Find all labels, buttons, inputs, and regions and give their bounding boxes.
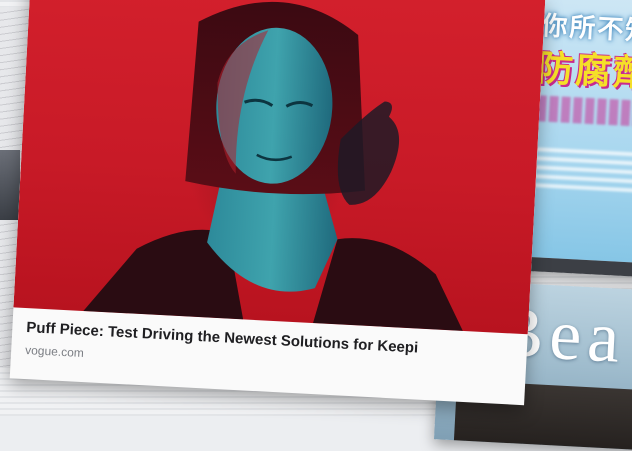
ad-cn-blurred-text [536,95,632,127]
background-thumbnail [0,150,20,220]
article-card[interactable]: Puff Piece: Test Driving the Newest Solu… [9,0,546,406]
article-photo[interactable] [13,0,546,335]
portrait-photo-icon [83,1,463,331]
ad-cn-title: 防腐劑 [536,47,632,95]
article-source[interactable]: vogue.com [25,343,84,360]
ad-cn-blurred-details [533,147,632,193]
